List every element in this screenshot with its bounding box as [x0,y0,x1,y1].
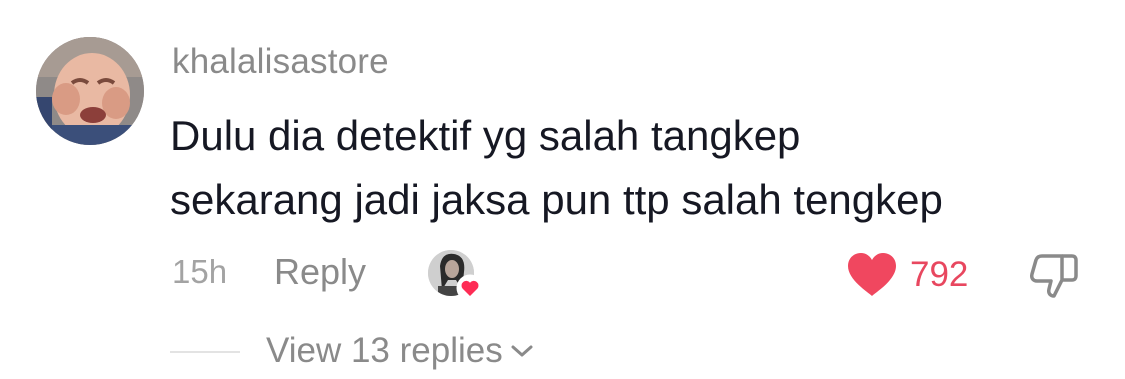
view-replies-button[interactable]: View 13 replies [266,331,535,371]
comment-text: Dulu dia detektif yg salah tangkep sekar… [170,104,1090,232]
dislike-button[interactable] [1028,250,1080,300]
heart-icon [456,274,484,302]
comment-text-line: Dulu dia detektif yg salah tangkep [170,112,801,159]
heart-icon [848,253,896,296]
creator-liked-badge [428,250,484,302]
replies-divider [170,351,240,353]
comment-text-line: sekarang jadi jaksa pun ttp salah tengke… [170,176,943,223]
view-replies-label: View 13 replies [266,331,503,370]
avatar[interactable] [36,37,144,145]
comment-timestamp: 15h [172,253,228,290]
chevron-down-icon [511,345,533,357]
comment-username[interactable]: khalalisastore [172,42,389,82]
like-count: 792 [910,255,969,294]
baby-photo-icon [36,37,144,145]
reply-button[interactable]: Reply [274,251,366,293]
thumbs-down-icon [1030,254,1078,298]
like-button[interactable]: 792 [846,250,968,300]
